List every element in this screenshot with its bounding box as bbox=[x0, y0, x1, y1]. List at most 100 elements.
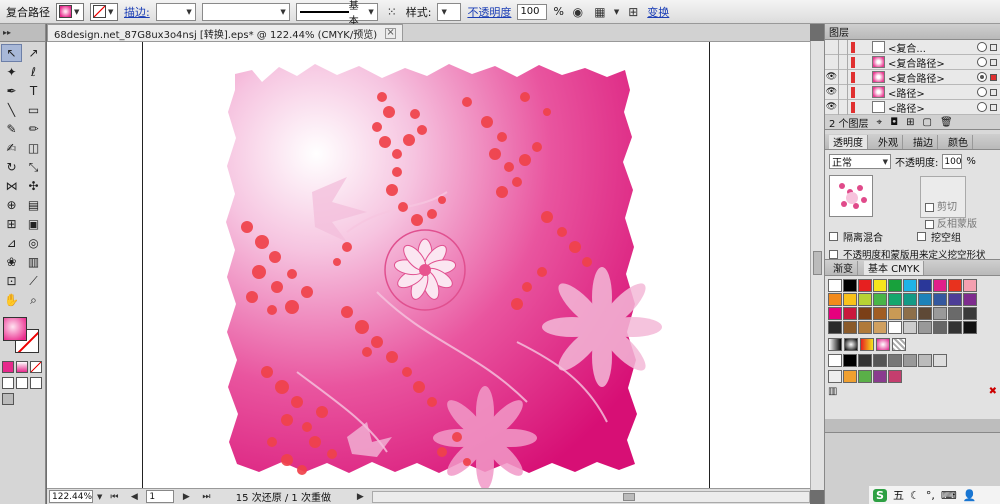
stroke-link[interactable]: 描边: bbox=[124, 4, 150, 20]
swatch-cell[interactable] bbox=[873, 321, 887, 334]
swatch-library-icon[interactable]: ▥ bbox=[828, 386, 837, 397]
ime-punct-icon[interactable]: °, bbox=[926, 489, 935, 502]
target-icon[interactable] bbox=[977, 57, 987, 67]
swatch-cell[interactable] bbox=[933, 321, 947, 334]
fill-color-picker[interactable]: ▼ bbox=[56, 2, 84, 21]
none-mode-icon[interactable] bbox=[30, 361, 42, 373]
swatch-cell[interactable] bbox=[876, 338, 890, 351]
layer-row[interactable]: <复合路径> bbox=[825, 54, 1000, 70]
chevron-down-icon[interactable]: ▼ bbox=[97, 493, 102, 501]
opacity-input[interactable]: 100 bbox=[517, 3, 548, 20]
draw-inside-icon[interactable] bbox=[30, 377, 42, 389]
direct-selection-tool-icon[interactable]: ↗ bbox=[23, 44, 44, 62]
tools-panel-header[interactable]: ▸▸ bbox=[0, 24, 45, 42]
artwork[interactable] bbox=[47, 42, 810, 491]
swatch-cell[interactable] bbox=[843, 279, 857, 292]
target-icon[interactable] bbox=[977, 72, 987, 82]
delete-layer-icon[interactable]: 🗑 bbox=[940, 117, 953, 128]
eraser-tool-icon[interactable]: ◫ bbox=[23, 139, 44, 157]
lock-icon[interactable] bbox=[839, 54, 848, 70]
pencil-tool-icon[interactable]: ✏ bbox=[23, 120, 44, 138]
close-icon[interactable]: × bbox=[385, 27, 397, 39]
new-sublayer-icon[interactable]: ⊞ bbox=[906, 117, 914, 128]
swatch-cell[interactable] bbox=[828, 338, 842, 351]
tab-stroke[interactable]: 描边 bbox=[909, 134, 938, 149]
target-icon[interactable] bbox=[977, 42, 987, 52]
scale-tool-icon[interactable]: ⤡ bbox=[23, 158, 44, 176]
swatch-cell[interactable] bbox=[963, 279, 977, 292]
type-tool-icon[interactable]: T bbox=[23, 82, 44, 100]
clip-checkbox[interactable] bbox=[925, 202, 934, 212]
swatch-cell[interactable] bbox=[933, 293, 947, 306]
swatch-cell[interactable] bbox=[828, 370, 842, 383]
swatch-cell[interactable] bbox=[888, 307, 902, 320]
last-artboard-icon[interactable]: ⏭ bbox=[198, 489, 214, 504]
scroll-thumb[interactable] bbox=[813, 251, 822, 275]
tab-gradient[interactable]: 渐变 bbox=[829, 260, 858, 275]
swatch-cell[interactable] bbox=[963, 307, 977, 320]
swatch-cell[interactable] bbox=[888, 279, 902, 292]
target-icon[interactable] bbox=[977, 87, 987, 97]
next-artboard-icon[interactable]: ▶ bbox=[178, 489, 194, 504]
eyedropper-tool-icon[interactable]: ⊿ bbox=[1, 234, 22, 252]
horizontal-scrollbar[interactable] bbox=[372, 490, 810, 503]
chevron-down-icon[interactable]: ▼ bbox=[614, 8, 619, 16]
gradient-mode-icon[interactable] bbox=[16, 361, 28, 373]
new-layer-icon[interactable]: ▢ bbox=[923, 117, 932, 128]
swatch-cell[interactable] bbox=[828, 307, 842, 320]
swatch-cell[interactable] bbox=[888, 293, 902, 306]
visibility-icon[interactable] bbox=[825, 39, 839, 55]
swatch-cell[interactable] bbox=[858, 370, 872, 383]
swatch-cell[interactable] bbox=[963, 321, 977, 334]
swatch-cell[interactable] bbox=[873, 370, 887, 383]
free-transform-tool-icon[interactable]: ✣ bbox=[23, 177, 44, 195]
paintbrush-tool-icon[interactable]: ✎ bbox=[1, 120, 22, 138]
target-icon[interactable] bbox=[977, 102, 987, 112]
swatch-cell[interactable] bbox=[948, 321, 962, 334]
variable-width-select[interactable]: ▼ bbox=[201, 2, 290, 21]
stroke-weight-select[interactable]: ▼ bbox=[155, 2, 196, 21]
swatch-cell[interactable] bbox=[873, 354, 887, 367]
docked-panel-header[interactable] bbox=[825, 419, 1000, 433]
swatch-cell[interactable] bbox=[843, 293, 857, 306]
zoom-tool-icon[interactable]: ⌕ bbox=[23, 291, 44, 309]
object-thumbnail[interactable] bbox=[829, 175, 873, 217]
swatch-cell[interactable] bbox=[963, 293, 977, 306]
column-graph-tool-icon[interactable]: ▥ bbox=[23, 253, 44, 271]
screen-mode-icon[interactable] bbox=[2, 393, 14, 405]
hand-tool-icon[interactable]: ✋ bbox=[1, 291, 22, 309]
swatch-cell[interactable] bbox=[873, 293, 887, 306]
swatch-cell[interactable] bbox=[903, 307, 917, 320]
opacity-link[interactable]: 不透明度 bbox=[467, 4, 511, 20]
document-tab[interactable]: 68design.net_87G8ux3o4nsj [转换].eps* @ 12… bbox=[47, 24, 404, 41]
artboard-select[interactable]: 1 bbox=[146, 490, 175, 503]
swatch-cell[interactable] bbox=[860, 338, 874, 351]
visibility-icon[interactable] bbox=[825, 54, 839, 70]
selection-indicator[interactable] bbox=[990, 88, 997, 96]
ime-moon-icon[interactable]: ☾ bbox=[910, 489, 920, 502]
mesh-tool-icon[interactable]: ⊞ bbox=[1, 215, 22, 233]
swatch-cell[interactable] bbox=[828, 279, 842, 292]
opacity-mask-knockout-checkbox[interactable] bbox=[829, 249, 838, 259]
swatch-cell[interactable] bbox=[843, 307, 857, 320]
swatch-cell[interactable] bbox=[828, 293, 842, 306]
fill-indicator[interactable] bbox=[3, 317, 27, 341]
tab-color[interactable]: 颜色 bbox=[944, 134, 973, 149]
swatch-cell[interactable] bbox=[948, 293, 962, 306]
swatch-cell[interactable] bbox=[948, 279, 962, 292]
blend-tool-icon[interactable]: ◎ bbox=[23, 234, 44, 252]
fill-stroke-indicator[interactable] bbox=[3, 317, 43, 357]
line-tool-icon[interactable]: ╲ bbox=[1, 101, 22, 119]
pen-tool-icon[interactable]: ✒ bbox=[1, 82, 22, 100]
selection-tool-icon[interactable]: ↖ bbox=[1, 44, 22, 62]
ime-keyboard-icon[interactable]: ⌨ bbox=[941, 489, 957, 502]
swatch-cell[interactable] bbox=[903, 279, 917, 292]
blend-mode-select[interactable]: 正常 ▼ bbox=[829, 154, 891, 169]
fit-icon[interactable]: ⁙ bbox=[384, 4, 400, 20]
swatch-cell[interactable] bbox=[843, 354, 857, 367]
visibility-icon[interactable]: 👁 bbox=[825, 69, 839, 85]
swatch-cell[interactable] bbox=[903, 321, 917, 334]
recolor-icon[interactable]: ◉ bbox=[570, 4, 586, 20]
swatch-cell[interactable] bbox=[918, 307, 932, 320]
visibility-icon[interactable]: 👁 bbox=[825, 84, 839, 100]
